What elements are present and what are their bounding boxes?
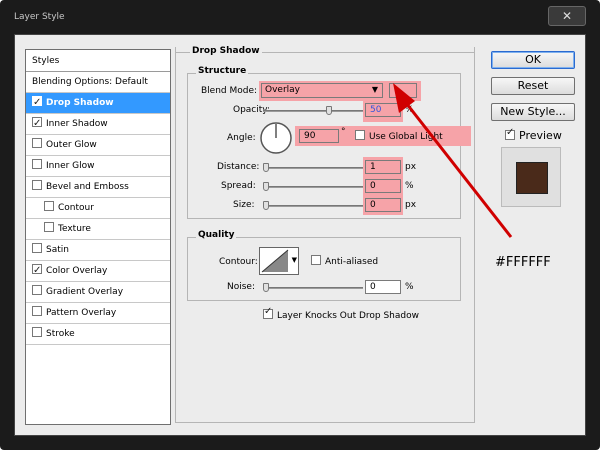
styles-item[interactable]: Color Overlay	[26, 261, 170, 282]
styles-item-label: Color Overlay	[46, 266, 108, 276]
styles-header: Styles	[26, 50, 170, 72]
dropdown-arrow-icon: ▼	[371, 85, 378, 94]
knockout-label: Layer Knocks Out Drop Shadow	[277, 311, 419, 321]
blend-mode-label: Blend Mode:	[201, 86, 258, 96]
blend-mode-value: Overlay	[265, 85, 300, 95]
angle-label: Angle:	[227, 133, 256, 143]
styles-item[interactable]: Stroke	[26, 324, 170, 345]
contour-preview-icon	[261, 249, 289, 273]
contour-picker[interactable]: ▼	[259, 247, 299, 275]
styles-items: Blending Options: Default Drop Shadow Inne…	[26, 72, 170, 345]
angle-input[interactable]: 90	[299, 129, 339, 143]
styles-item-checkbox[interactable]	[32, 306, 42, 316]
angle-unit: °	[341, 127, 346, 137]
knockout-checkbox[interactable]: Layer Knocks Out Drop Shadow	[263, 306, 419, 321]
noise-slider-thumb[interactable]	[263, 283, 269, 292]
styles-item-label: Drop Shadow	[46, 98, 114, 108]
styles-item-checkbox[interactable]	[32, 114, 42, 134]
styles-item-label: Texture	[58, 224, 91, 234]
noise-label: Noise:	[227, 282, 255, 292]
size-label: Size:	[233, 200, 255, 210]
distance-label: Distance:	[217, 162, 260, 172]
styles-item-label: Inner Shadow	[46, 119, 108, 129]
styles-item-label: Satin	[46, 245, 69, 255]
styles-item-checkbox[interactable]	[32, 243, 42, 253]
opacity-slider-thumb[interactable]	[326, 106, 332, 115]
styles-item-label: Bevel and Emboss	[46, 182, 129, 192]
use-global-light-box[interactable]	[355, 130, 365, 140]
structure-title: Structure	[196, 66, 249, 76]
styles-item[interactable]: Texture	[26, 219, 170, 240]
layer-style-window: Layer Style ✕ Styles Blending Options: D…	[0, 0, 600, 450]
quality-title: Quality	[196, 230, 237, 240]
spread-label: Spread:	[221, 181, 256, 191]
styles-item[interactable]: Inner Glow	[26, 156, 170, 177]
styles-item[interactable]: Drop Shadow	[26, 93, 170, 114]
styles-item[interactable]: Contour	[26, 198, 170, 219]
knockout-box[interactable]	[263, 306, 273, 319]
contour-label: Contour:	[219, 257, 258, 267]
styles-item-label: Blending Options: Default	[32, 77, 148, 87]
styles-item-label: Gradient Overlay	[46, 287, 124, 297]
styles-item[interactable]: Satin	[26, 240, 170, 261]
styles-list: Styles Blending Options: Default Drop Sha…	[25, 49, 171, 425]
noise-slider[interactable]	[263, 283, 363, 292]
distance-slider[interactable]	[263, 163, 363, 172]
annotation-hex-label: #FFFFFF	[495, 255, 551, 270]
styles-item[interactable]: Bevel and Emboss	[26, 177, 170, 198]
anti-aliased-label: Anti-aliased	[325, 257, 379, 267]
styles-item[interactable]: Blending Options: Default	[26, 72, 170, 93]
dialog-client: Styles Blending Options: Default Drop Sha…	[14, 34, 586, 436]
ok-button[interactable]: OK	[491, 51, 575, 69]
distance-slider-thumb[interactable]	[263, 163, 269, 172]
anti-aliased-box[interactable]	[311, 255, 321, 265]
size-slider-thumb[interactable]	[263, 201, 269, 210]
close-button[interactable]: ✕	[548, 6, 586, 26]
styles-item-checkbox[interactable]	[32, 138, 42, 148]
contour-dropdown-icon: ▼	[291, 256, 297, 264]
close-icon: ✕	[561, 9, 573, 23]
styles-item-label: Contour	[58, 203, 94, 213]
styles-item-checkbox[interactable]	[32, 261, 42, 281]
spread-slider-thumb[interactable]	[263, 182, 269, 191]
styles-item-checkbox[interactable]	[32, 93, 42, 113]
styles-item-checkbox[interactable]	[44, 222, 54, 232]
styles-item-checkbox[interactable]	[44, 201, 54, 211]
styles-item[interactable]: Inner Shadow	[26, 114, 170, 135]
styles-item-label: Inner Glow	[46, 161, 95, 171]
anti-aliased-checkbox[interactable]: Anti-aliased	[311, 255, 378, 267]
styles-item[interactable]: Outer Glow	[26, 135, 170, 156]
styles-item[interactable]: Gradient Overlay	[26, 282, 170, 303]
blend-mode-select[interactable]: Overlay ▼	[261, 83, 383, 98]
noise-unit: %	[405, 282, 414, 292]
noise-input[interactable]: 0	[365, 280, 401, 294]
styles-item-checkbox[interactable]	[32, 159, 42, 169]
styles-item-checkbox[interactable]	[32, 327, 42, 337]
styles-item[interactable]: Pattern Overlay	[26, 303, 170, 324]
opacity-slider[interactable]	[263, 106, 363, 115]
annotation-arrow	[393, 83, 513, 238]
window-title: Layer Style	[14, 12, 65, 22]
styles-item-label: Outer Glow	[46, 140, 97, 150]
styles-item-checkbox[interactable]	[32, 285, 42, 295]
angle-dial[interactable]	[259, 121, 293, 155]
styles-item-label: Pattern Overlay	[46, 308, 117, 318]
styles-item-checkbox[interactable]	[32, 180, 42, 190]
size-slider[interactable]	[263, 201, 363, 210]
title-bar: Layer Style ✕	[0, 0, 600, 34]
spread-slider[interactable]	[263, 182, 363, 191]
drop-shadow-title: Drop Shadow	[190, 46, 262, 56]
styles-item-label: Stroke	[46, 329, 75, 339]
